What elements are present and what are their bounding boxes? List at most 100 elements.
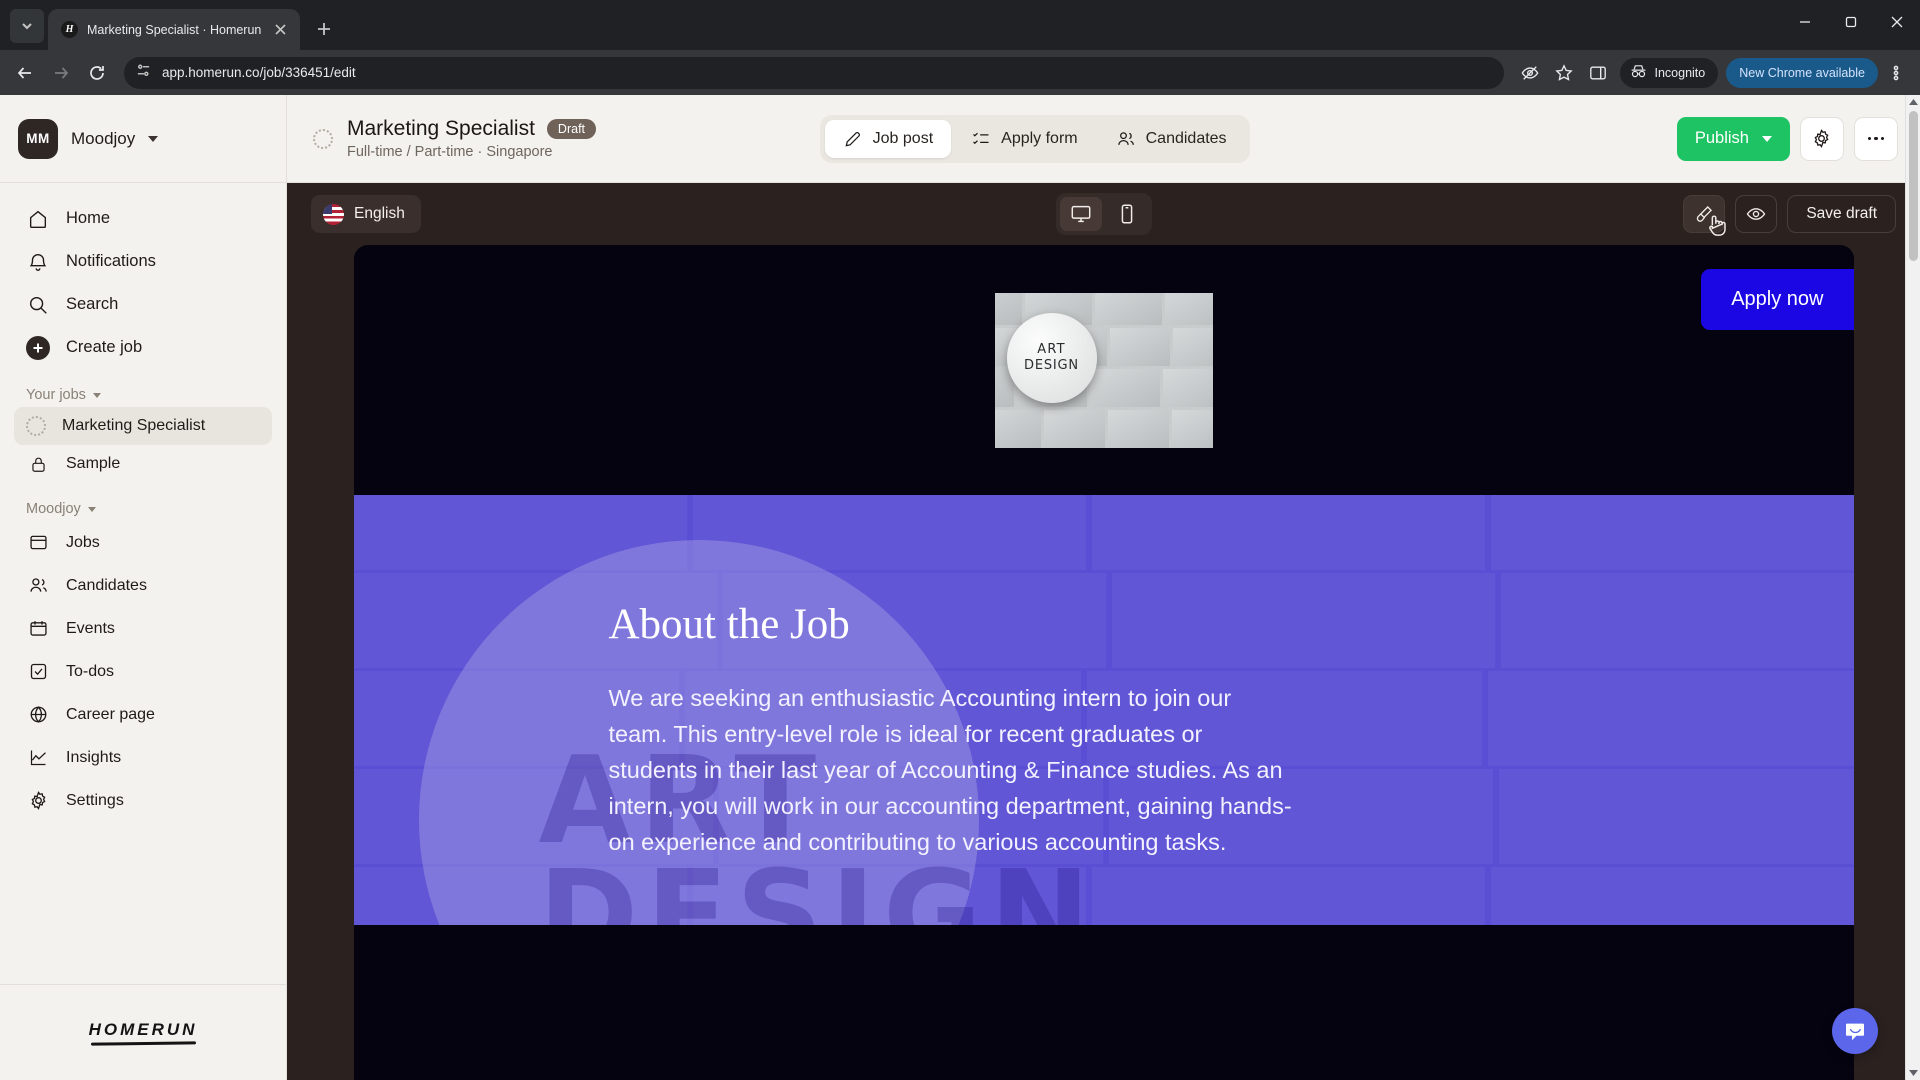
sidebar-item-settings[interactable]: Settings xyxy=(14,779,272,822)
scrollbar-thumb[interactable] xyxy=(1909,111,1918,261)
site-settings-icon[interactable] xyxy=(136,63,151,83)
sidebar-item-sample[interactable]: Sample xyxy=(14,445,272,483)
forward-icon[interactable] xyxy=(44,56,78,90)
mobile-icon xyxy=(1121,204,1132,224)
sidebar-footer: HOMERUN xyxy=(0,984,286,1080)
chrome-menu-icon[interactable] xyxy=(1880,57,1912,89)
back-icon[interactable] xyxy=(8,56,42,90)
sidebar-item-label: Insights xyxy=(66,748,122,766)
main-area: Marketing Specialist Draft Full-time / P… xyxy=(287,95,1920,1080)
sidebar-item-notifications[interactable]: Notifications xyxy=(14,240,272,283)
publish-label: Publish xyxy=(1694,129,1749,147)
publish-button[interactable]: Publish xyxy=(1676,116,1790,161)
maximize-icon[interactable] xyxy=(1828,0,1874,44)
close-icon[interactable] xyxy=(270,20,290,40)
intercom-chat-button[interactable] xyxy=(1832,1008,1878,1054)
status-badge: Draft xyxy=(546,119,597,139)
preview-button[interactable] xyxy=(1735,195,1778,233)
save-draft-button[interactable]: Save draft xyxy=(1787,195,1896,233)
sidebar-item-label: To-dos xyxy=(66,662,115,680)
desktop-preview-button[interactable] xyxy=(1059,197,1102,231)
job-settings-button[interactable] xyxy=(1799,116,1844,161)
preview-toolbar: English Save draft xyxy=(287,183,1920,245)
sidebar-item-jobs[interactable]: Jobs xyxy=(14,521,272,564)
design-button[interactable] xyxy=(1683,195,1727,236)
chart-line-icon xyxy=(26,746,50,770)
intercom-chat-icon xyxy=(1846,1023,1864,1041)
workspace-group-toggle[interactable]: Moodjoy xyxy=(14,501,272,517)
bookmark-star-icon[interactable] xyxy=(1548,57,1580,89)
checklist-icon xyxy=(973,132,989,144)
dotted-circle-icon xyxy=(313,128,333,149)
sidebar-item-home[interactable]: Home xyxy=(14,197,272,240)
browser-tab-strip: H Marketing Specialist · Homerun xyxy=(0,0,1920,50)
job-header: Marketing Specialist Draft Full-time / P… xyxy=(287,95,1920,183)
job-tabs: Job post Apply form Candidates xyxy=(819,114,1250,163)
mobile-preview-button[interactable] xyxy=(1106,197,1148,231)
eye-icon xyxy=(1747,208,1766,220)
ellipsis-icon xyxy=(1867,136,1885,141)
bell-icon xyxy=(26,250,50,274)
browser-tab[interactable]: H Marketing Specialist · Homerun xyxy=(48,9,301,50)
device-preview-toggle xyxy=(1055,193,1152,235)
reload-icon[interactable] xyxy=(80,56,114,90)
address-bar[interactable]: app.homerun.co/job/336451/edit xyxy=(124,56,1504,89)
more-options-button[interactable] xyxy=(1853,116,1898,161)
sidebar-item-marketing-specialist[interactable]: Marketing Specialist xyxy=(14,407,272,445)
tab-search-button[interactable] xyxy=(10,9,44,43)
sidebar-item-label: Events xyxy=(66,619,115,637)
sidebar-item-career-page[interactable]: Career page xyxy=(14,693,272,736)
job-post-hero: ART DESIGN Apply now xyxy=(353,245,1854,495)
tab-apply-form[interactable]: Apply form xyxy=(953,120,1095,158)
hero-image: ART DESIGN xyxy=(994,292,1213,448)
desktop-icon xyxy=(1071,205,1090,223)
calendar-icon xyxy=(26,617,50,641)
language-label: English xyxy=(354,205,405,222)
lock-icon xyxy=(26,452,50,476)
page-scrollbar[interactable] xyxy=(1905,95,1920,1080)
tab-label: Candidates xyxy=(1145,129,1227,147)
sidebar-item-candidates[interactable]: Candidates xyxy=(14,564,272,607)
sidebar-item-label: Jobs xyxy=(66,533,100,551)
job-subtitle: Full-time / Part-time · Singapore xyxy=(347,144,553,160)
tab-job-post[interactable]: Job post xyxy=(824,119,952,158)
sidebar-job-label: Marketing Specialist xyxy=(62,417,206,434)
incognito-label: Incognito xyxy=(1654,65,1706,80)
pencil-icon xyxy=(845,131,860,146)
sidebar-item-label: Career page xyxy=(66,705,155,723)
tab-label: Job post xyxy=(872,129,934,147)
org-name: Moodjoy xyxy=(71,128,136,148)
sidebar-item-insights[interactable]: Insights xyxy=(14,736,272,779)
sidebar-item-create-job[interactable]: Create job xyxy=(14,326,272,369)
home-icon xyxy=(26,207,50,231)
side-panel-icon[interactable] xyxy=(1582,57,1614,89)
chrome-update-button[interactable]: New Chrome available xyxy=(1726,57,1878,88)
apply-now-button[interactable]: Apply now xyxy=(1701,269,1854,330)
about-the-job-section: ART DESIGN About the Job We are seeking … xyxy=(353,495,1854,925)
minimize-icon[interactable] xyxy=(1782,0,1828,44)
art-design-sign: ART DESIGN xyxy=(1006,312,1097,403)
tab-candidates[interactable]: Candidates xyxy=(1098,120,1245,158)
plus-circle-icon xyxy=(26,335,50,360)
sidebar-item-todos[interactable]: To-dos xyxy=(14,650,272,693)
scroll-up-arrow[interactable] xyxy=(1908,95,1918,110)
tracking-protection-icon[interactable] xyxy=(1514,57,1546,89)
window-close-icon[interactable] xyxy=(1874,0,1920,44)
sidebar: MM Moodjoy Home Notifications Search Cre… xyxy=(0,95,287,1080)
sign-line-1: ART xyxy=(1037,342,1066,357)
org-switcher[interactable]: MM Moodjoy xyxy=(0,95,286,183)
preview-actions: Save draft xyxy=(1683,195,1896,236)
sidebar-item-search[interactable]: Search xyxy=(14,283,272,326)
your-jobs-group-toggle[interactable]: Your jobs xyxy=(14,387,272,403)
sidebar-item-events[interactable]: Events xyxy=(14,607,272,650)
incognito-indicator[interactable]: Incognito xyxy=(1619,57,1719,88)
new-tab-icon[interactable] xyxy=(310,15,338,43)
sign-line-2: DESIGN xyxy=(1024,358,1079,373)
scroll-down-arrow[interactable] xyxy=(1908,1065,1918,1080)
language-selector[interactable]: English xyxy=(311,195,421,233)
board-icon xyxy=(26,531,50,555)
dotted-circle-icon xyxy=(26,416,46,436)
sidebar-job-label: Sample xyxy=(66,455,121,472)
globe-icon xyxy=(26,703,50,727)
paintbrush-icon xyxy=(1697,206,1713,222)
